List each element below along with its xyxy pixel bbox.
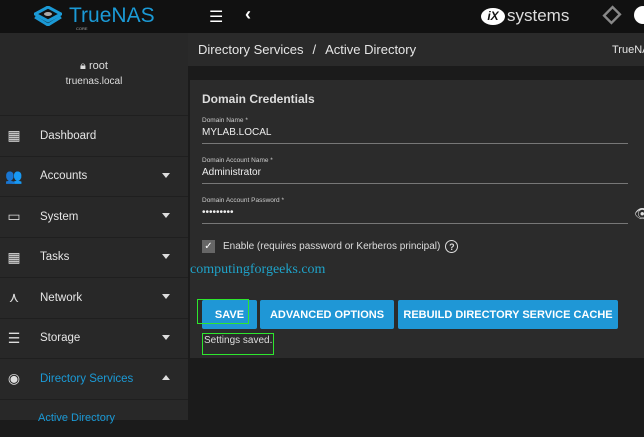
sidebar-item-label: System	[40, 210, 79, 223]
directory-services-icon: ◉	[7, 370, 21, 387]
sidebar-subitem-active-directory[interactable]: Active Directory	[0, 398, 188, 437]
truenas-logo-icon	[34, 6, 62, 26]
checkbox-label: Enable (requires password or Kerberos pr…	[223, 241, 441, 252]
sidebar-item-label: Storage	[40, 332, 81, 345]
watermark: computingforgeeks.com	[190, 262, 326, 277]
field-label: Domain Account Password *	[202, 197, 285, 204]
domain-account-password-field[interactable]: Domain Account Password * •••••••••	[202, 197, 628, 224]
username: root	[88, 60, 108, 72]
sidebar-item-tasks[interactable]: ▦ Tasks	[0, 236, 188, 278]
advanced-options-button[interactable]: ADVANCED OPTIONS	[260, 300, 394, 329]
ixsystems-logo[interactable]: iX systems	[481, 6, 569, 26]
field-label: Domain Account Name *	[202, 157, 273, 164]
sidebar-item-label: Accounts	[40, 170, 88, 183]
system-icon: ▭	[7, 208, 21, 225]
chevron-down-icon	[162, 253, 170, 259]
lock-icon: 🔒︎	[80, 60, 86, 72]
domain-name-field[interactable]: Domain Name * MYLAB.LOCAL	[202, 117, 628, 144]
domain-account-name-field[interactable]: Domain Account Name * Administrator	[202, 157, 628, 184]
vendor-name: systems	[507, 6, 570, 25]
breadcrumb-current: Active Directory	[325, 42, 417, 57]
menu-icon[interactable]: ☰	[209, 7, 223, 27]
sidebar-item-label: Tasks	[40, 251, 70, 264]
calendar-icon: ▦	[7, 248, 21, 265]
brand-name: TrueNAS	[69, 4, 155, 27]
accounts-icon: 👥	[5, 167, 23, 184]
breadcrumb-parent[interactable]: Directory Services	[198, 42, 303, 57]
user-icon[interactable]	[634, 6, 644, 24]
top-bar: TrueNAS CORE ☰ ‹ iX systems	[0, 0, 644, 33]
sidebar-item-label: Network	[40, 291, 83, 304]
field-value[interactable]: Administrator	[202, 167, 628, 183]
chevron-down-icon	[162, 213, 170, 218]
sidebar-item-directory-services[interactable]: ◉ Directory Services	[0, 358, 188, 399]
card-title: Domain Credentials	[202, 92, 315, 106]
brand-sub: CORE	[76, 26, 88, 31]
field-value[interactable]: •••••••••	[202, 207, 628, 223]
sidebar-item-accounts[interactable]: 👥 Accounts	[0, 155, 188, 197]
sidebar-item-storage[interactable]: ☰ Storage	[0, 317, 188, 359]
sidebar-item-label: Dashboard	[40, 129, 97, 142]
chevron-left-icon[interactable]: ‹	[245, 4, 251, 25]
sidebar-item-dashboard[interactable]: ▦ Dashboard	[0, 115, 188, 156]
dashboard-icon: ▦	[7, 127, 21, 144]
chevron-up-icon	[162, 375, 170, 380]
field-value[interactable]: MYLAB.LOCAL	[202, 127, 628, 143]
help-icon[interactable]: ?	[445, 240, 459, 253]
sidebar-item-network[interactable]: ⋏ Network	[0, 277, 188, 318]
chevron-down-icon	[162, 172, 170, 178]
truecommand-icon[interactable]	[602, 5, 622, 25]
breadcrumb-separator: /	[312, 42, 317, 57]
breadcrumb: Directory Services / Active Directory Tr…	[188, 33, 644, 66]
chevron-down-icon	[162, 334, 170, 340]
sidebar-nav: ▦ Dashboard 👥 Accounts ▭ System ▦ Tasks ⋏ Net…	[0, 115, 188, 437]
highlight-box	[197, 299, 249, 324]
hostname: truenas.local	[65, 76, 123, 87]
chevron-down-icon	[162, 294, 170, 299]
user-info: 🔒︎ root truenas.local	[0, 60, 188, 87]
eye-off-icon[interactable]: 👁︎	[634, 206, 644, 222]
sidebar-item-system[interactable]: ▭ System	[0, 196, 188, 237]
rebuild-cache-button[interactable]: REBUILD DIRECTORY SERVICE CACHE	[398, 300, 618, 329]
truenas-logo[interactable]: TrueNAS CORE	[34, 4, 155, 31]
checkbox-checked-icon[interactable]: ✓	[202, 240, 215, 253]
storage-icon: ☰	[7, 329, 21, 346]
enable-checkbox[interactable]: ✓ Enable (requires password or Kerberos p…	[202, 240, 459, 253]
ix-mark: iX	[481, 7, 505, 25]
network-icon: ⋏	[8, 289, 20, 306]
breadcrumb-right: TrueNAS	[612, 43, 644, 56]
highlight-box	[202, 333, 274, 355]
sidebar-item-label: Directory Services	[40, 372, 134, 385]
sidebar: 🔒︎ root truenas.local ▦ Dashboard 👥 Accoun…	[0, 33, 188, 424]
field-label: Domain Name *	[202, 117, 248, 124]
